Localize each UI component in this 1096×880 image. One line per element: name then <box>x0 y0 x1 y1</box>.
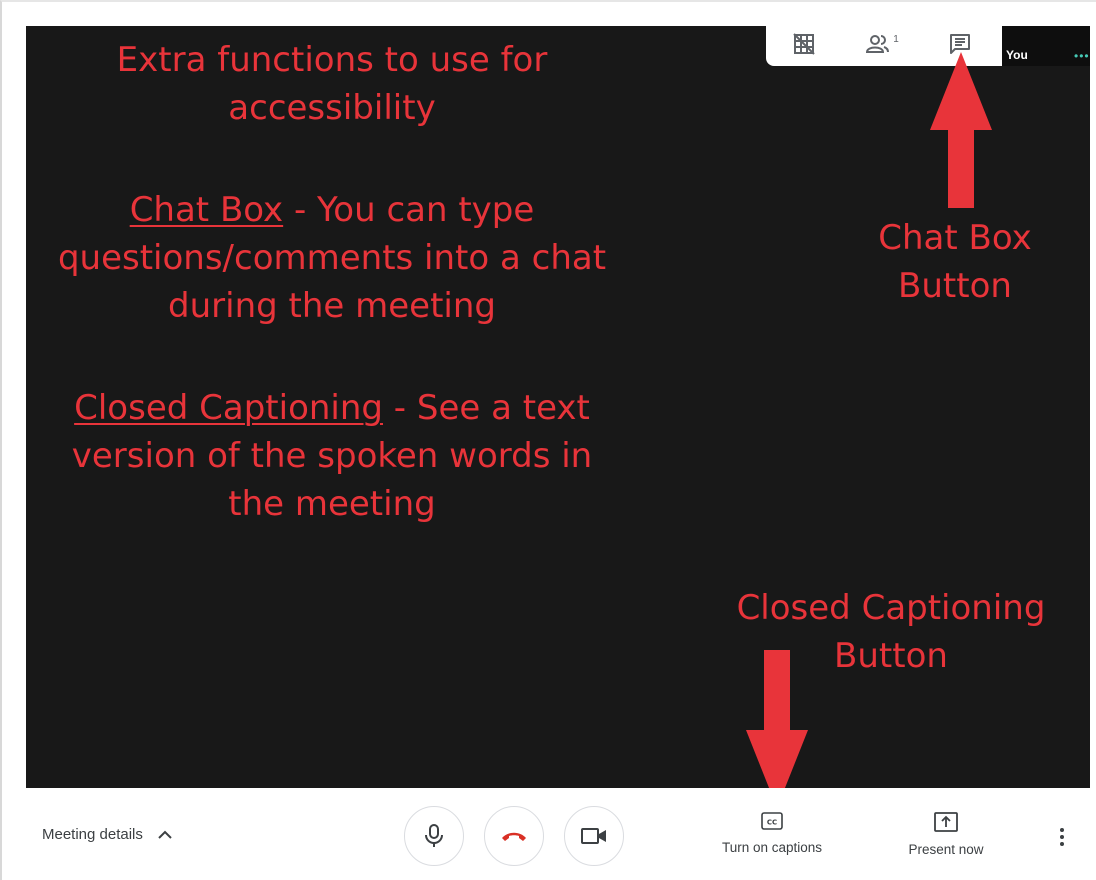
up-arrow-icon <box>930 52 992 208</box>
chat-callout-line-2: Button <box>898 266 1012 306</box>
svg-text:CC: CC <box>767 819 777 827</box>
chat-callout-line-1: Chat Box <box>878 218 1032 258</box>
self-video-tile[interactable]: You ••• <box>1002 26 1090 66</box>
tile-layout-off-icon <box>793 33 815 55</box>
cc-callout-line-1: Closed Captioning <box>736 588 1046 628</box>
tile-layout-button[interactable] <box>784 30 824 58</box>
people-button[interactable]: 1 <box>862 30 902 58</box>
chat-box-term: Chat Box <box>129 190 284 230</box>
people-icon <box>866 35 890 53</box>
more-options-button[interactable] <box>1052 822 1072 852</box>
cc-desc-line-2: version of the spoken words in <box>71 436 593 476</box>
heading-line-2: accessibility <box>228 88 436 128</box>
microphone-icon <box>425 824 443 847</box>
self-label: You <box>1006 48 1028 62</box>
cc-desc-line-1: - See a text <box>383 388 590 428</box>
chat-desc-line-1: - You can type <box>283 190 535 230</box>
more-options-icon <box>1060 828 1064 832</box>
closed-captioning-description: Closed Captioning - See a text version o… <box>0 384 664 528</box>
captions-label: Turn on captions <box>721 840 823 855</box>
chat-desc-line-3: during the meeting <box>168 286 496 326</box>
meeting-details-button[interactable]: Meeting details <box>42 826 173 843</box>
chat-box-description: Chat Box - You can type questions/commen… <box>0 186 664 330</box>
turn-on-captions-button[interactable]: CC Turn on captions <box>712 812 832 855</box>
closed-captions-icon: CC <box>761 812 783 830</box>
cc-desc-line-3: the meeting <box>228 484 436 524</box>
chevron-up-icon <box>158 830 172 839</box>
present-now-button[interactable]: Present now <box>888 812 1004 857</box>
chat-desc-line-2: questions/comments into a chat <box>57 238 607 278</box>
video-camera-icon <box>581 828 606 844</box>
chat-box-button-callout: Chat Box Button <box>860 214 1050 310</box>
audio-indicator: ••• <box>1074 49 1090 63</box>
hang-up-icon <box>502 832 526 841</box>
annotation-heading: Extra functions to use for accessibility <box>0 36 664 132</box>
leave-call-button[interactable] <box>484 806 544 866</box>
present-label: Present now <box>908 842 984 857</box>
closed-captioning-term: Closed Captioning <box>74 388 383 428</box>
camera-button[interactable] <box>564 806 624 866</box>
microphone-button[interactable] <box>404 806 464 866</box>
meeting-details-label: Meeting details <box>42 826 143 843</box>
heading-line-1: Extra functions to use for <box>116 40 548 80</box>
down-arrow-icon <box>746 650 808 808</box>
present-screen-icon <box>934 812 958 832</box>
participant-count: 1 <box>893 33 899 45</box>
